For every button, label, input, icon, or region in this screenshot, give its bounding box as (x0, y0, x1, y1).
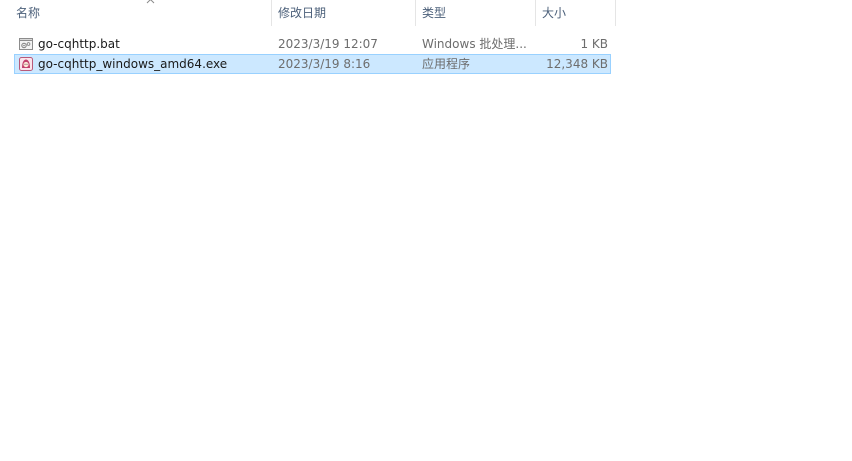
batch-file-icon (19, 38, 33, 50)
file-type: Windows 批处理... (422, 37, 527, 51)
column-header-name[interactable]: 名称 (10, 0, 270, 26)
sort-ascending-icon (146, 0, 155, 4)
column-header-size-label: 大小 (542, 6, 567, 20)
file-name: go-cqhttp.bat (38, 37, 120, 51)
file-date: 2023/3/19 12:07 (278, 37, 378, 51)
app-exe-icon (19, 57, 33, 71)
column-header: 名称 修改日期 类型 大小 (0, 0, 616, 26)
column-divider[interactable] (615, 0, 616, 26)
file-name: go-cqhttp_windows_amd64.exe (38, 57, 228, 71)
column-header-type[interactable]: 类型 (416, 0, 534, 26)
file-type: 应用程序 (422, 57, 471, 71)
column-header-name-label: 名称 (16, 6, 41, 20)
file-row-exe[interactable]: go-cqhttp_windows_amd64.exe 2023/3/19 8:… (14, 54, 611, 74)
file-list-view: 名称 修改日期 类型 大小 go-cqhttp.bat 2023/3/19 12… (0, 0, 852, 461)
file-size: 1 KB (580, 37, 608, 51)
file-size: 12,348 KB (546, 57, 608, 71)
file-date: 2023/3/19 8:16 (278, 57, 371, 71)
file-row-bat[interactable]: go-cqhttp.bat 2023/3/19 12:07 Windows 批处… (14, 34, 611, 54)
column-header-date[interactable]: 修改日期 (272, 0, 414, 26)
column-header-size[interactable]: 大小 (536, 0, 615, 26)
column-header-date-label: 修改日期 (278, 6, 327, 20)
column-header-type-label: 类型 (422, 6, 447, 20)
